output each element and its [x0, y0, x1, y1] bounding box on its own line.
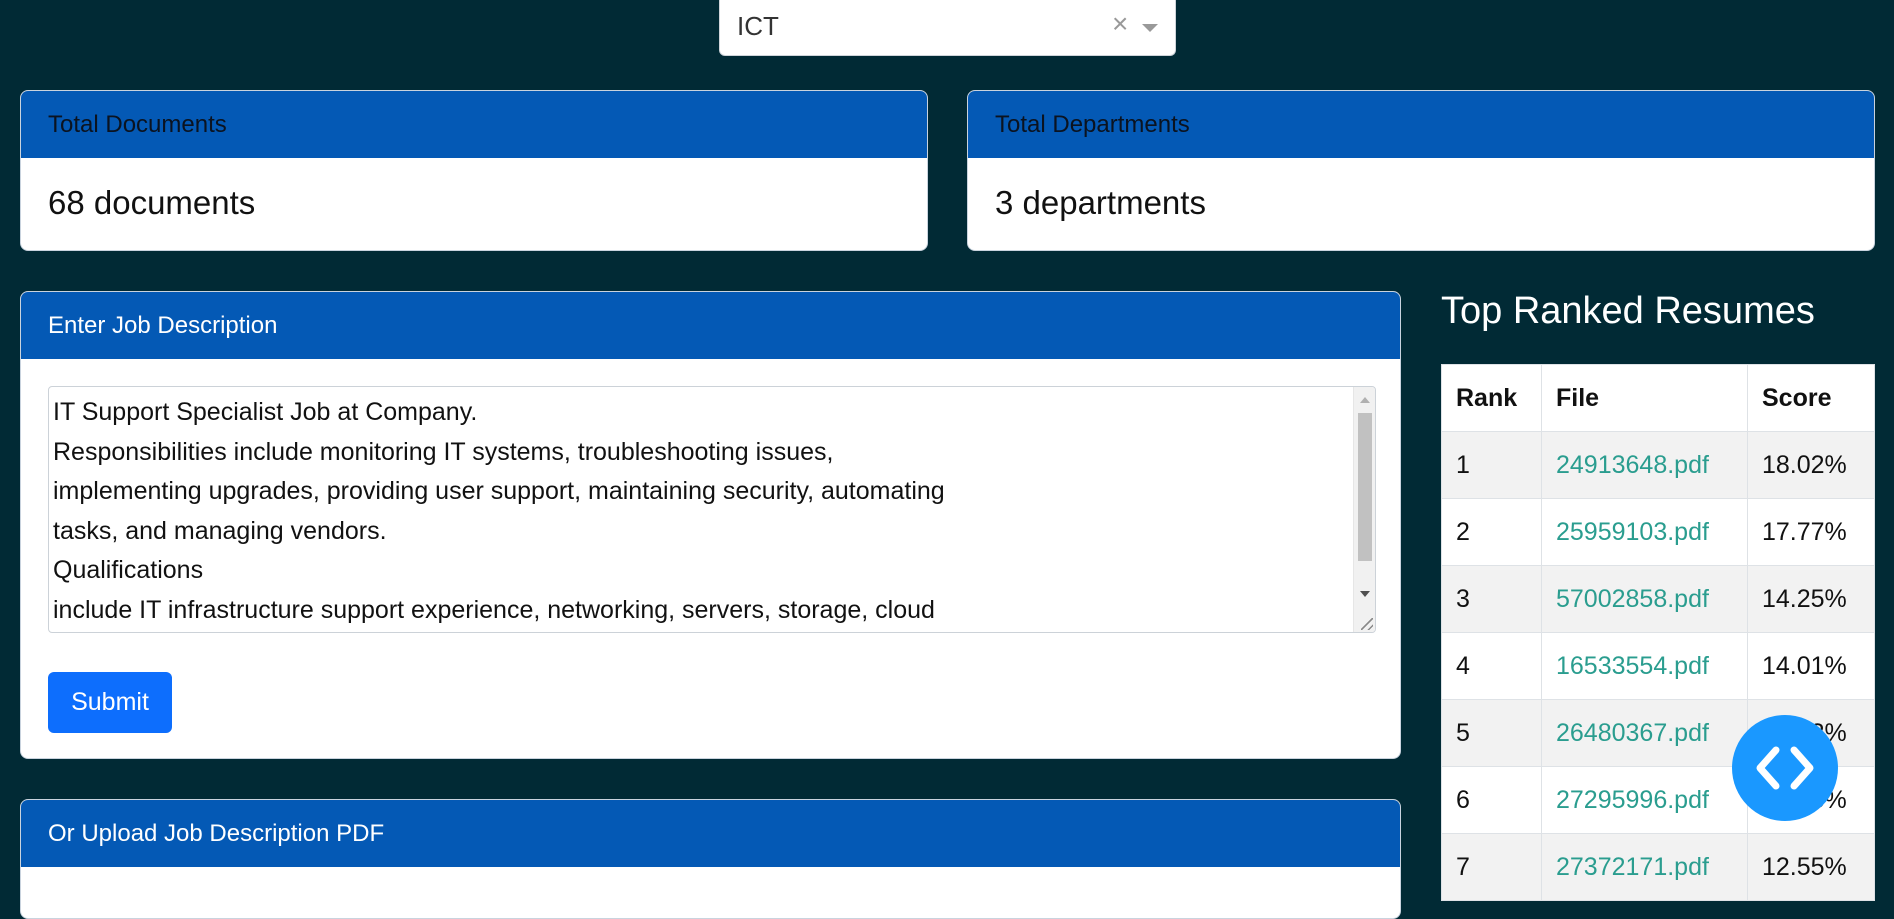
total-departments-card: Total Departments 3 departments: [967, 90, 1875, 251]
rank-cell: 3: [1441, 565, 1542, 633]
file-cell: 16533554.pdf: [1541, 632, 1748, 700]
rank-cell: 6: [1441, 766, 1542, 834]
file-cell: 57002858.pdf: [1541, 565, 1748, 633]
total-documents-value: 68 documents: [48, 184, 256, 221]
file-link[interactable]: 26480367.pdf: [1556, 719, 1709, 747]
code-brackets-icon: [1756, 746, 1814, 790]
submit-button[interactable]: Submit: [48, 672, 172, 733]
column-header-rank: Rank: [1441, 364, 1542, 432]
table-row: 7 27372171.pdf 12.55%: [1441, 833, 1875, 901]
table-row: 2 25959103.pdf 17.77%: [1441, 498, 1875, 566]
job-description-text[interactable]: IT Support Specialist Job at Company. Re…: [53, 393, 1349, 631]
rank-cell: 2: [1441, 498, 1542, 566]
job-description-card: Enter Job Description IT Support Special…: [20, 291, 1401, 759]
clear-icon[interactable]: ×: [1112, 8, 1128, 40]
file-cell: 27295996.pdf: [1541, 766, 1748, 834]
file-link[interactable]: 24913648.pdf: [1556, 451, 1709, 479]
file-cell: 26480367.pdf: [1541, 699, 1748, 767]
table-header-row: Rank File Score: [1441, 364, 1875, 432]
department-select-value: ICT: [737, 11, 779, 41]
rank-cell: 5: [1441, 699, 1542, 767]
job-description-textarea[interactable]: IT Support Specialist Job at Company. Re…: [48, 386, 1376, 633]
ranked-resumes-table: Rank File Score 1 24913648.pdf 18.02% 2 …: [1441, 364, 1875, 901]
table-row: 4 16533554.pdf 14.01%: [1441, 632, 1875, 700]
table-row: 1 24913648.pdf 18.02%: [1441, 431, 1875, 499]
rank-cell: 1: [1441, 431, 1542, 499]
scrollbar-thumb[interactable]: [1358, 413, 1372, 561]
ranked-resumes-title: Top Ranked Resumes: [1441, 290, 1815, 332]
file-link[interactable]: 25959103.pdf: [1556, 518, 1709, 546]
total-documents-card: Total Documents 68 documents: [20, 90, 928, 251]
total-departments-value: 3 departments: [995, 184, 1206, 221]
resize-grip-icon[interactable]: [1361, 618, 1373, 630]
score-cell: 14.25%: [1747, 565, 1875, 633]
upload-pdf-header: Or Upload Job Description PDF: [21, 800, 1400, 867]
file-cell: 27372171.pdf: [1541, 833, 1748, 901]
job-description-header: Enter Job Description: [21, 292, 1400, 359]
file-cell: 24913648.pdf: [1541, 431, 1748, 499]
textarea-scrollbar[interactable]: [1353, 387, 1375, 632]
rank-cell: 4: [1441, 632, 1542, 700]
score-cell: 17.77%: [1747, 498, 1875, 566]
file-link[interactable]: 27295996.pdf: [1556, 786, 1709, 814]
score-cell: 12.55%: [1747, 833, 1875, 901]
score-cell: 14.01%: [1747, 632, 1875, 700]
chevron-down-icon[interactable]: [1142, 24, 1158, 32]
column-header-score: Score: [1747, 364, 1875, 432]
total-departments-header: Total Departments: [968, 91, 1874, 158]
upload-pdf-card: Or Upload Job Description PDF: [20, 799, 1401, 919]
department-select[interactable]: ICT ×: [719, 0, 1176, 56]
score-cell: 18.02%: [1747, 431, 1875, 499]
file-cell: 25959103.pdf: [1541, 498, 1748, 566]
table-row: 3 57002858.pdf 14.25%: [1441, 565, 1875, 633]
rank-cell: 7: [1441, 833, 1542, 901]
scroll-down-arrow-icon[interactable]: [1360, 591, 1370, 597]
column-header-file: File: [1541, 364, 1748, 432]
total-documents-header: Total Documents: [21, 91, 927, 158]
code-toggle-button[interactable]: [1732, 715, 1838, 821]
file-link[interactable]: 16533554.pdf: [1556, 652, 1709, 680]
file-link[interactable]: 27372171.pdf: [1556, 853, 1709, 881]
file-link[interactable]: 57002858.pdf: [1556, 585, 1709, 613]
scroll-up-arrow-icon[interactable]: [1360, 397, 1370, 403]
